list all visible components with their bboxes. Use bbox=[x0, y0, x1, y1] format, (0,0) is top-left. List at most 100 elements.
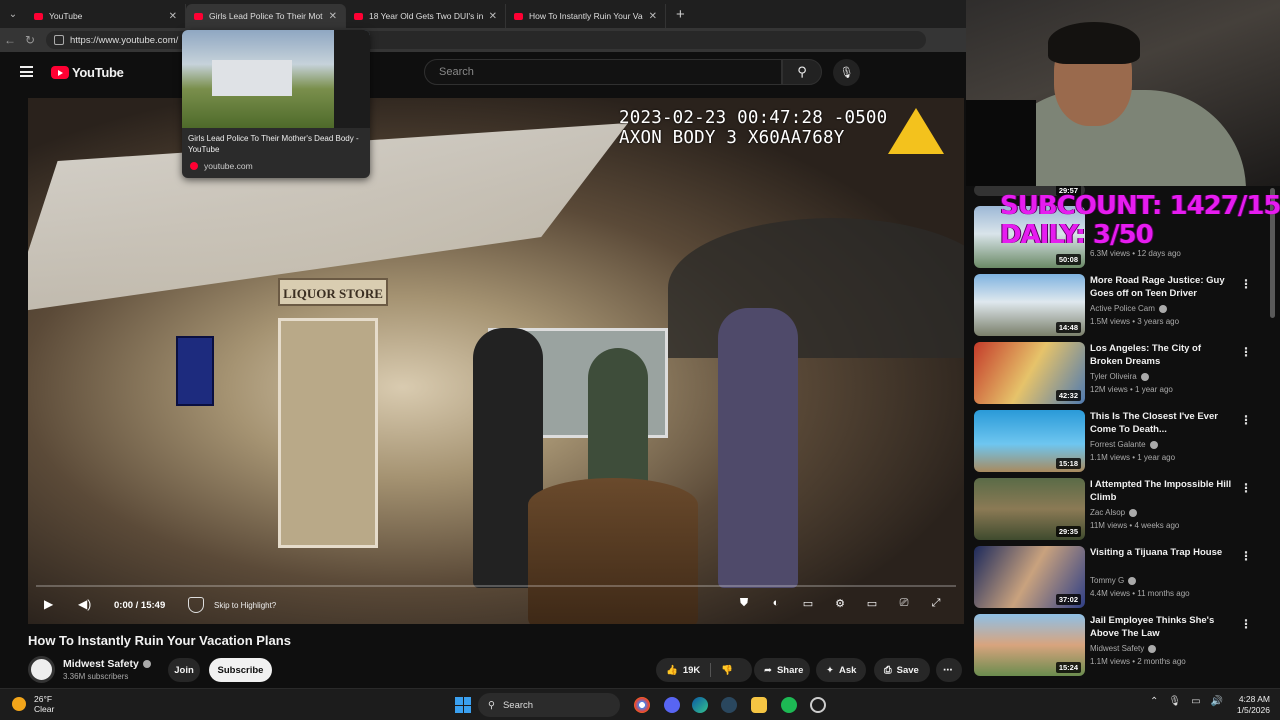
menu-icon[interactable] bbox=[20, 66, 33, 77]
close-tab-icon[interactable]: ✕ bbox=[329, 11, 337, 22]
url-text: https://www.youtube.com/ bbox=[70, 34, 179, 46]
microphone-tray-icon[interactable]: 🎙 bbox=[1168, 696, 1181, 707]
captions-icon[interactable]: ▭ bbox=[800, 597, 816, 611]
weather-condition: Clear bbox=[34, 704, 55, 714]
temperature: 26°F bbox=[34, 694, 53, 704]
divider bbox=[710, 663, 712, 677]
tab-youtube[interactable]: YouTube ✕ bbox=[26, 4, 186, 28]
channel-name-text: Tyler Oliveira bbox=[1090, 372, 1137, 381]
video-meta: 1.5M views • 3 years ago bbox=[1090, 317, 1180, 326]
fullscreen-icon[interactable]: ⤢ bbox=[928, 597, 944, 611]
theater-mode-icon[interactable]: ▭ bbox=[864, 597, 880, 611]
channel-name: Zac Alsop bbox=[1090, 508, 1138, 517]
settings-gear-icon[interactable]: ⚙ bbox=[832, 597, 848, 611]
weather-widget[interactable]: 26°F Clear bbox=[12, 694, 54, 714]
ask-button[interactable]: ✦ Ask bbox=[816, 658, 866, 682]
list-item[interactable]: 37:02 Visiting a Tijuana Trap House Tomm… bbox=[974, 546, 1274, 610]
play-icon[interactable]: ▶ bbox=[44, 597, 53, 611]
tab-18-year-old[interactable]: 18 Year Old Gets Two DUI's in One ✕ bbox=[346, 4, 506, 28]
more-options-icon[interactable]: ⋮ bbox=[1240, 481, 1252, 495]
reload-icon[interactable]: ↻ bbox=[20, 33, 40, 47]
more-options-icon[interactable]: ⋮ bbox=[1240, 617, 1252, 631]
tab-ruin-vacation[interactable]: How To Instantly Ruin Your Vacation ✕ bbox=[506, 4, 666, 28]
more-options-icon[interactable]: ⋮ bbox=[1240, 413, 1252, 427]
duration-badge: 15:24 bbox=[1055, 662, 1081, 673]
subscribe-button[interactable]: Subscribe bbox=[209, 658, 272, 682]
tab-girls-lead-police[interactable]: Girls Lead Police To Their Mother's Dead… bbox=[186, 4, 346, 28]
channel-name: Tommy G bbox=[1090, 576, 1137, 585]
file-explorer-icon[interactable] bbox=[751, 697, 767, 713]
video-meta: 12M views • 1 year ago bbox=[1090, 385, 1173, 394]
neon-sign bbox=[176, 336, 214, 406]
chevron-up-icon[interactable]: ⌃ bbox=[1150, 696, 1158, 707]
edge-icon[interactable] bbox=[692, 697, 708, 713]
channel-name-text: Forrest Galante bbox=[1090, 440, 1146, 449]
close-tab-icon[interactable]: ✕ bbox=[169, 11, 177, 22]
video-meta: 1.1M views • 2 months ago bbox=[1090, 657, 1186, 666]
share-button[interactable]: ➦ Share bbox=[754, 658, 810, 682]
browser-tab-bar: ⌄ YouTube ✕ Girls Lead Police To Their M… bbox=[0, 0, 966, 28]
save-button[interactable]: ⎙ Save bbox=[874, 658, 930, 682]
youtube-header: YouTube Search ⚲ 🎙 bbox=[0, 52, 966, 94]
search-input[interactable]: Search bbox=[424, 59, 782, 85]
skip-to-highlight-button[interactable]: Skip to Highlight? bbox=[188, 597, 276, 613]
autoplay-toggle-icon[interactable]: ◐ bbox=[768, 597, 784, 611]
join-button[interactable]: Join bbox=[168, 658, 200, 682]
search-button[interactable]: ⚲ bbox=[782, 59, 822, 85]
player-controls: ▶ ◀) 0:00 / 15:49 Skip to Highlight? ⛊ ◐… bbox=[28, 585, 964, 624]
voice-search-button[interactable]: 🎙 bbox=[833, 59, 860, 86]
tab-search-icon[interactable]: ⌄ bbox=[0, 0, 26, 28]
start-button-icon[interactable] bbox=[455, 697, 471, 713]
site-info-icon[interactable] bbox=[54, 35, 64, 45]
tab-title: How To Instantly Ruin Your Vacation bbox=[529, 11, 643, 21]
youtube-favicon-icon bbox=[514, 12, 523, 20]
list-item[interactable]: 42:32 Los Angeles: The City of Broken Dr… bbox=[974, 342, 1274, 406]
sparkle-icon: ✦ bbox=[826, 664, 834, 676]
channel-avatar[interactable] bbox=[28, 656, 55, 683]
steam-icon[interactable] bbox=[721, 697, 737, 713]
obs-icon[interactable] bbox=[810, 697, 826, 713]
like-icon[interactable]: 👍 bbox=[666, 665, 678, 676]
network-icon[interactable]: ▭ bbox=[1191, 696, 1200, 707]
video-player[interactable]: LIQUOR STORE 2023-02-23 00:47:28 -0500 A… bbox=[28, 98, 964, 624]
preview-thumbnail bbox=[182, 30, 370, 128]
video-thumbnail: 15:24 bbox=[974, 614, 1085, 676]
close-tab-icon[interactable]: ✕ bbox=[649, 11, 657, 22]
video-title: I Attempted The Impossible Hill Climb bbox=[1090, 479, 1232, 503]
like-count[interactable]: 19K bbox=[683, 665, 700, 676]
discord-icon[interactable] bbox=[664, 697, 680, 713]
bodycam-timestamp-line: 2023-02-23 00:47:28 -0500 bbox=[619, 108, 888, 128]
more-actions-button[interactable]: ⋯ bbox=[936, 658, 962, 682]
youtube-favicon-icon bbox=[194, 12, 203, 20]
youtube-logo[interactable]: YouTube bbox=[51, 65, 124, 80]
dislike-icon[interactable]: 👎 bbox=[721, 665, 733, 676]
video-title: This Is The Closest I've Ever Come To De… bbox=[1090, 411, 1218, 435]
cast-icon[interactable]: ⎚ bbox=[896, 597, 912, 611]
duration-badge: 14:48 bbox=[1055, 322, 1081, 333]
video-title: Los Angeles: The City of Broken Dreams bbox=[1090, 343, 1202, 367]
url-field[interactable]: https://www.youtube.com/ bbox=[46, 31, 926, 49]
list-item[interactable]: 29:35 I Attempted The Impossible Hill Cl… bbox=[974, 478, 1274, 542]
more-options-icon[interactable]: ⋮ bbox=[1240, 345, 1252, 359]
list-item[interactable]: 15:24 Jail Employee Thinks She's Above T… bbox=[974, 614, 1274, 678]
channel-name: Tyler Oliveira bbox=[1090, 372, 1149, 381]
back-icon[interactable]: ← bbox=[0, 33, 20, 47]
list-item[interactable]: 14:48 More Road Rage Justice: Guy Goes o… bbox=[974, 274, 1274, 338]
more-options-icon[interactable]: ⋮ bbox=[1240, 549, 1252, 563]
list-item[interactable]: 15:18 This Is The Closest I've Ever Come… bbox=[974, 410, 1274, 474]
verified-icon bbox=[1129, 508, 1138, 517]
close-tab-icon[interactable]: ✕ bbox=[489, 11, 497, 22]
taskbar-clock[interactable]: 4:28 AM 1/5/2026 bbox=[1228, 694, 1270, 716]
channel-name[interactable]: Midwest Safety bbox=[63, 658, 151, 670]
volume-icon[interactable]: ◀) bbox=[78, 597, 91, 611]
progress-bar[interactable] bbox=[36, 585, 956, 587]
chrome-icon[interactable] bbox=[634, 697, 650, 713]
new-tab-icon[interactable]: + bbox=[676, 6, 685, 23]
bookmark-icon: ⎙ bbox=[884, 664, 892, 676]
more-options-icon[interactable]: ⋮ bbox=[1240, 277, 1252, 291]
speaker-icon[interactable]: 🔊 bbox=[1211, 696, 1223, 707]
taskbar-search[interactable]: ⚲ Search bbox=[478, 693, 620, 717]
shield-icon[interactable]: ⛊ bbox=[736, 597, 752, 611]
system-tray: ⌃ 🎙 ▭ 🔊 bbox=[1150, 696, 1223, 707]
spotify-icon[interactable] bbox=[781, 697, 797, 713]
